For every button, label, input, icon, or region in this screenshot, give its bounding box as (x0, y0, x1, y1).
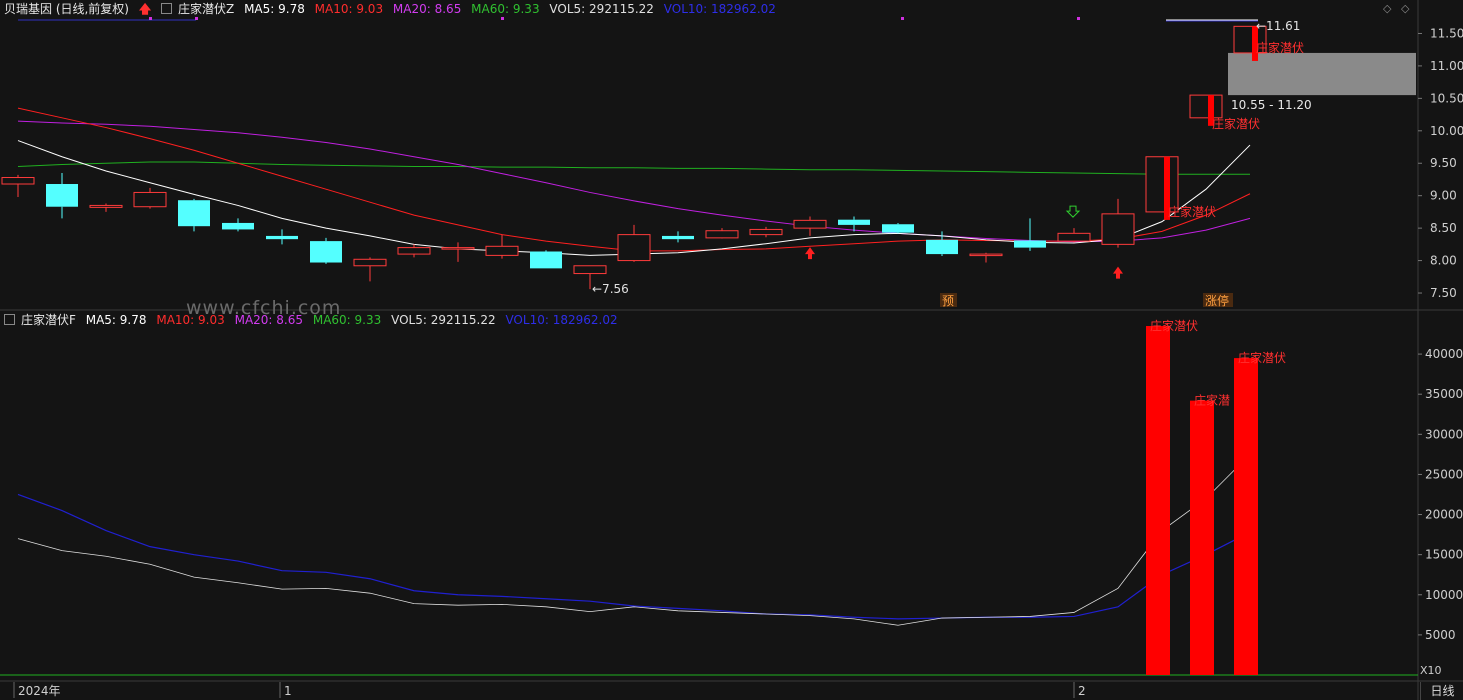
limit-tag: 涨停 (1205, 293, 1229, 308)
candle-body-up (1057, 232, 1091, 242)
price-tick-label: 11.00 (1430, 59, 1463, 73)
vol10-value: VOL10: 182962.02 (663, 2, 776, 16)
volume-bar-label: 庄家潜伏 (1150, 318, 1198, 333)
candle-body-up (749, 228, 783, 236)
sub-vol5-value: VOL5: 292115.22 (391, 313, 496, 327)
candle-body-up (1, 177, 35, 185)
marker-dot (1077, 17, 1080, 20)
ma60-line (17, 161, 1250, 175)
range-label: 10.55 - 11.20 (1231, 98, 1312, 112)
main-chart-header: 贝瑞基因 (日线,前复权) 🡅 庄家潜伏Z MA5: 9.78 MA10: 9.… (4, 0, 782, 21)
candle-body-up (1145, 156, 1179, 213)
signal-label: 庄家潜伏 (1256, 40, 1304, 55)
candle-body-up (1189, 94, 1223, 119)
scale-label: X10 (1420, 664, 1442, 677)
volume-ma-white-line (17, 454, 1251, 626)
candle-body-down (310, 241, 342, 263)
candle-body-up (793, 219, 827, 229)
candle-body-up (573, 265, 607, 275)
stock-title[interactable]: 贝瑞基因 (日线,前复权) (4, 2, 129, 16)
ma10-value: MA10: 9.03 (314, 2, 384, 16)
period-button[interactable]: 日线 (1420, 682, 1463, 700)
volume-ma-blue-line (17, 493, 1251, 620)
volume-bar (1234, 358, 1258, 675)
candle-body-down (530, 251, 562, 269)
up-arrow-icon: 🡅 (138, 2, 152, 16)
time-tick-label: 2024年 (18, 684, 61, 698)
sub-indicator-name[interactable]: 庄家潜伏F (21, 313, 76, 327)
price-tick-label: 11.50 (1430, 26, 1463, 40)
candle-body-down (266, 235, 298, 240)
high-price-label: ←11.61 (1256, 19, 1300, 33)
candle-body-down (882, 224, 914, 233)
marker-dot (901, 17, 904, 20)
pre-tag: 预 (942, 294, 954, 308)
watermark: www.cfchi.com (186, 297, 342, 319)
ma20-value: MA20: 8.65 (392, 2, 462, 16)
candle-body-up (485, 245, 519, 256)
candle-body-down (46, 184, 78, 207)
ma5-value: MA5: 9.78 (244, 2, 305, 16)
candle-body-up (397, 247, 431, 255)
sub-vol10-value: VOL10: 182962.02 (505, 313, 618, 327)
candle-body-up (617, 234, 651, 262)
diamond-icon[interactable]: ◇ (1401, 2, 1409, 15)
ma60-value: MA60: 9.33 (471, 2, 540, 16)
indicator-toggle-box[interactable] (4, 314, 15, 325)
price-tick-label: 7.50 (1430, 286, 1457, 300)
up-arrow-icon (805, 247, 815, 260)
candle-body-up (705, 230, 739, 239)
candle-body-down (1014, 240, 1046, 248)
candle-body-down (662, 235, 694, 240)
volume-tick-label: 20000 (1425, 508, 1463, 522)
volume-bar (1146, 326, 1170, 675)
volume-tick-label: 15000 (1425, 548, 1463, 562)
candle-body-up (89, 204, 123, 208)
vol5-value: VOL5: 292115.22 (549, 2, 654, 16)
candle-body-up (969, 253, 1003, 257)
indicator-name[interactable]: 庄家潜伏Z (178, 2, 234, 16)
sub-ma5-value: MA5: 9.78 (85, 313, 147, 327)
price-tick-label: 8.50 (1430, 221, 1457, 235)
price-tick-label: 9.50 (1430, 156, 1457, 170)
candle-body-down (838, 219, 870, 225)
volume-tick-label: 30000 (1425, 427, 1463, 441)
volume-bar (1190, 400, 1214, 675)
volume-bar-label: 庄家潜 (1194, 393, 1230, 408)
signal-label: 庄家潜伏 (1168, 204, 1216, 219)
candle-body-down (178, 200, 210, 227)
price-tick-label: 8.00 (1430, 254, 1457, 268)
stock-chart[interactable]: 11.50 11.00 10.50 10.00 9.50 9.00 8.50 8.00 7.50… (0, 0, 1463, 700)
price-tick-label: 10.00 (1430, 124, 1463, 138)
diamond-icon[interactable]: ◇ (1383, 2, 1391, 15)
signal-label: 庄家潜伏 (1212, 116, 1260, 131)
candle-body-down (926, 239, 958, 255)
volume-tick-label: 25000 (1425, 467, 1463, 481)
low-price-label: ←7.56 (592, 282, 629, 296)
down-arrow-icon (1065, 205, 1081, 218)
candle-body-up (353, 258, 387, 267)
candle-body-down (222, 222, 254, 230)
indicator-toggle-box[interactable] (161, 3, 172, 14)
up-arrow-icon (1113, 266, 1123, 279)
volume-tick-label: 10000 (1425, 588, 1463, 602)
volume-bar-label: 庄家潜伏 (1238, 350, 1286, 365)
volume-tick-label: 40000 (1425, 347, 1463, 361)
time-tick-label: 2 (1078, 684, 1086, 698)
time-tick-label: 1 (284, 684, 292, 698)
candle-body-up (1101, 213, 1135, 245)
volume-tick-label: 35000 (1425, 387, 1463, 401)
price-tick-label: 10.50 (1430, 91, 1463, 105)
volume-tick-label: 5000 (1425, 628, 1456, 642)
candle-body-up (441, 247, 475, 250)
candle-body-up (133, 191, 167, 208)
price-tick-label: 9.00 (1430, 189, 1457, 203)
